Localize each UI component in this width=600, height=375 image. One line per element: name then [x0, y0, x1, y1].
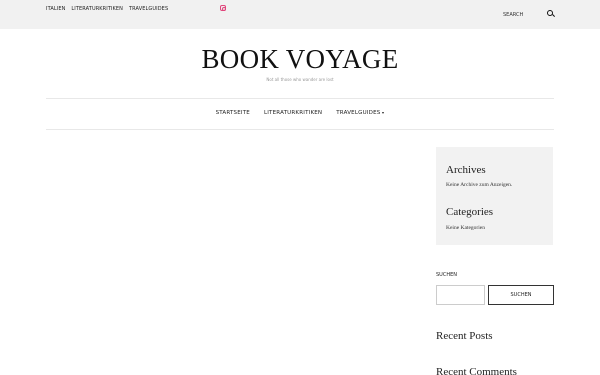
main-nav-literaturkritiken[interactable]: LITERATURKRITIKEN	[264, 110, 322, 116]
main-nav-travelguides[interactable]: TRAVELGUIDES	[336, 110, 385, 116]
sidebar-search-input[interactable]	[436, 285, 485, 305]
divider	[46, 98, 554, 99]
recent-posts-title: Recent Posts	[436, 330, 493, 342]
top-nav-literaturkritiken[interactable]: LITERATURKRITIKEN	[71, 6, 123, 12]
search-icon[interactable]	[547, 10, 553, 16]
sidebar-search-button[interactable]: SUCHEN	[488, 285, 554, 305]
divider	[46, 129, 554, 130]
top-nav: ITALIEN LITERATURKRITIKEN TRAVELGUIDES	[46, 6, 168, 12]
top-nav-travelguides[interactable]: TRAVELGUIDES	[129, 6, 168, 12]
archives-title: Archives	[446, 164, 486, 176]
main-nav-startseite[interactable]: STARTSEITE	[216, 110, 250, 116]
archives-empty-text: Keine Archive zum Anzeigen.	[446, 182, 513, 188]
search-label[interactable]: SEARCH	[503, 12, 523, 18]
categories-empty-text: Keine Kategorien	[446, 225, 485, 231]
main-nav: STARTSEITE LITERATURKRITIKEN TRAVELGUIDE…	[0, 110, 600, 116]
categories-title: Categories	[446, 206, 494, 218]
main-nav-label: STARTSEITE	[215, 110, 250, 116]
main-nav-label: TRAVELGUIDES	[336, 110, 381, 116]
instagram-icon[interactable]	[220, 5, 226, 11]
chevron-down-icon	[382, 112, 385, 114]
main-nav-label: LITERATURKRITIKEN	[263, 110, 323, 116]
site-title[interactable]: BOOK VOYAGE	[0, 44, 600, 75]
top-bar: ITALIEN LITERATURKRITIKEN TRAVELGUIDES S…	[0, 0, 600, 29]
recent-comments-title: Recent Comments	[436, 366, 517, 375]
sidebar-search-label: SUCHEN	[436, 272, 457, 278]
top-nav-italien[interactable]: ITALIEN	[46, 6, 65, 12]
site-tagline: Not all those who wander are lost	[266, 77, 334, 82]
